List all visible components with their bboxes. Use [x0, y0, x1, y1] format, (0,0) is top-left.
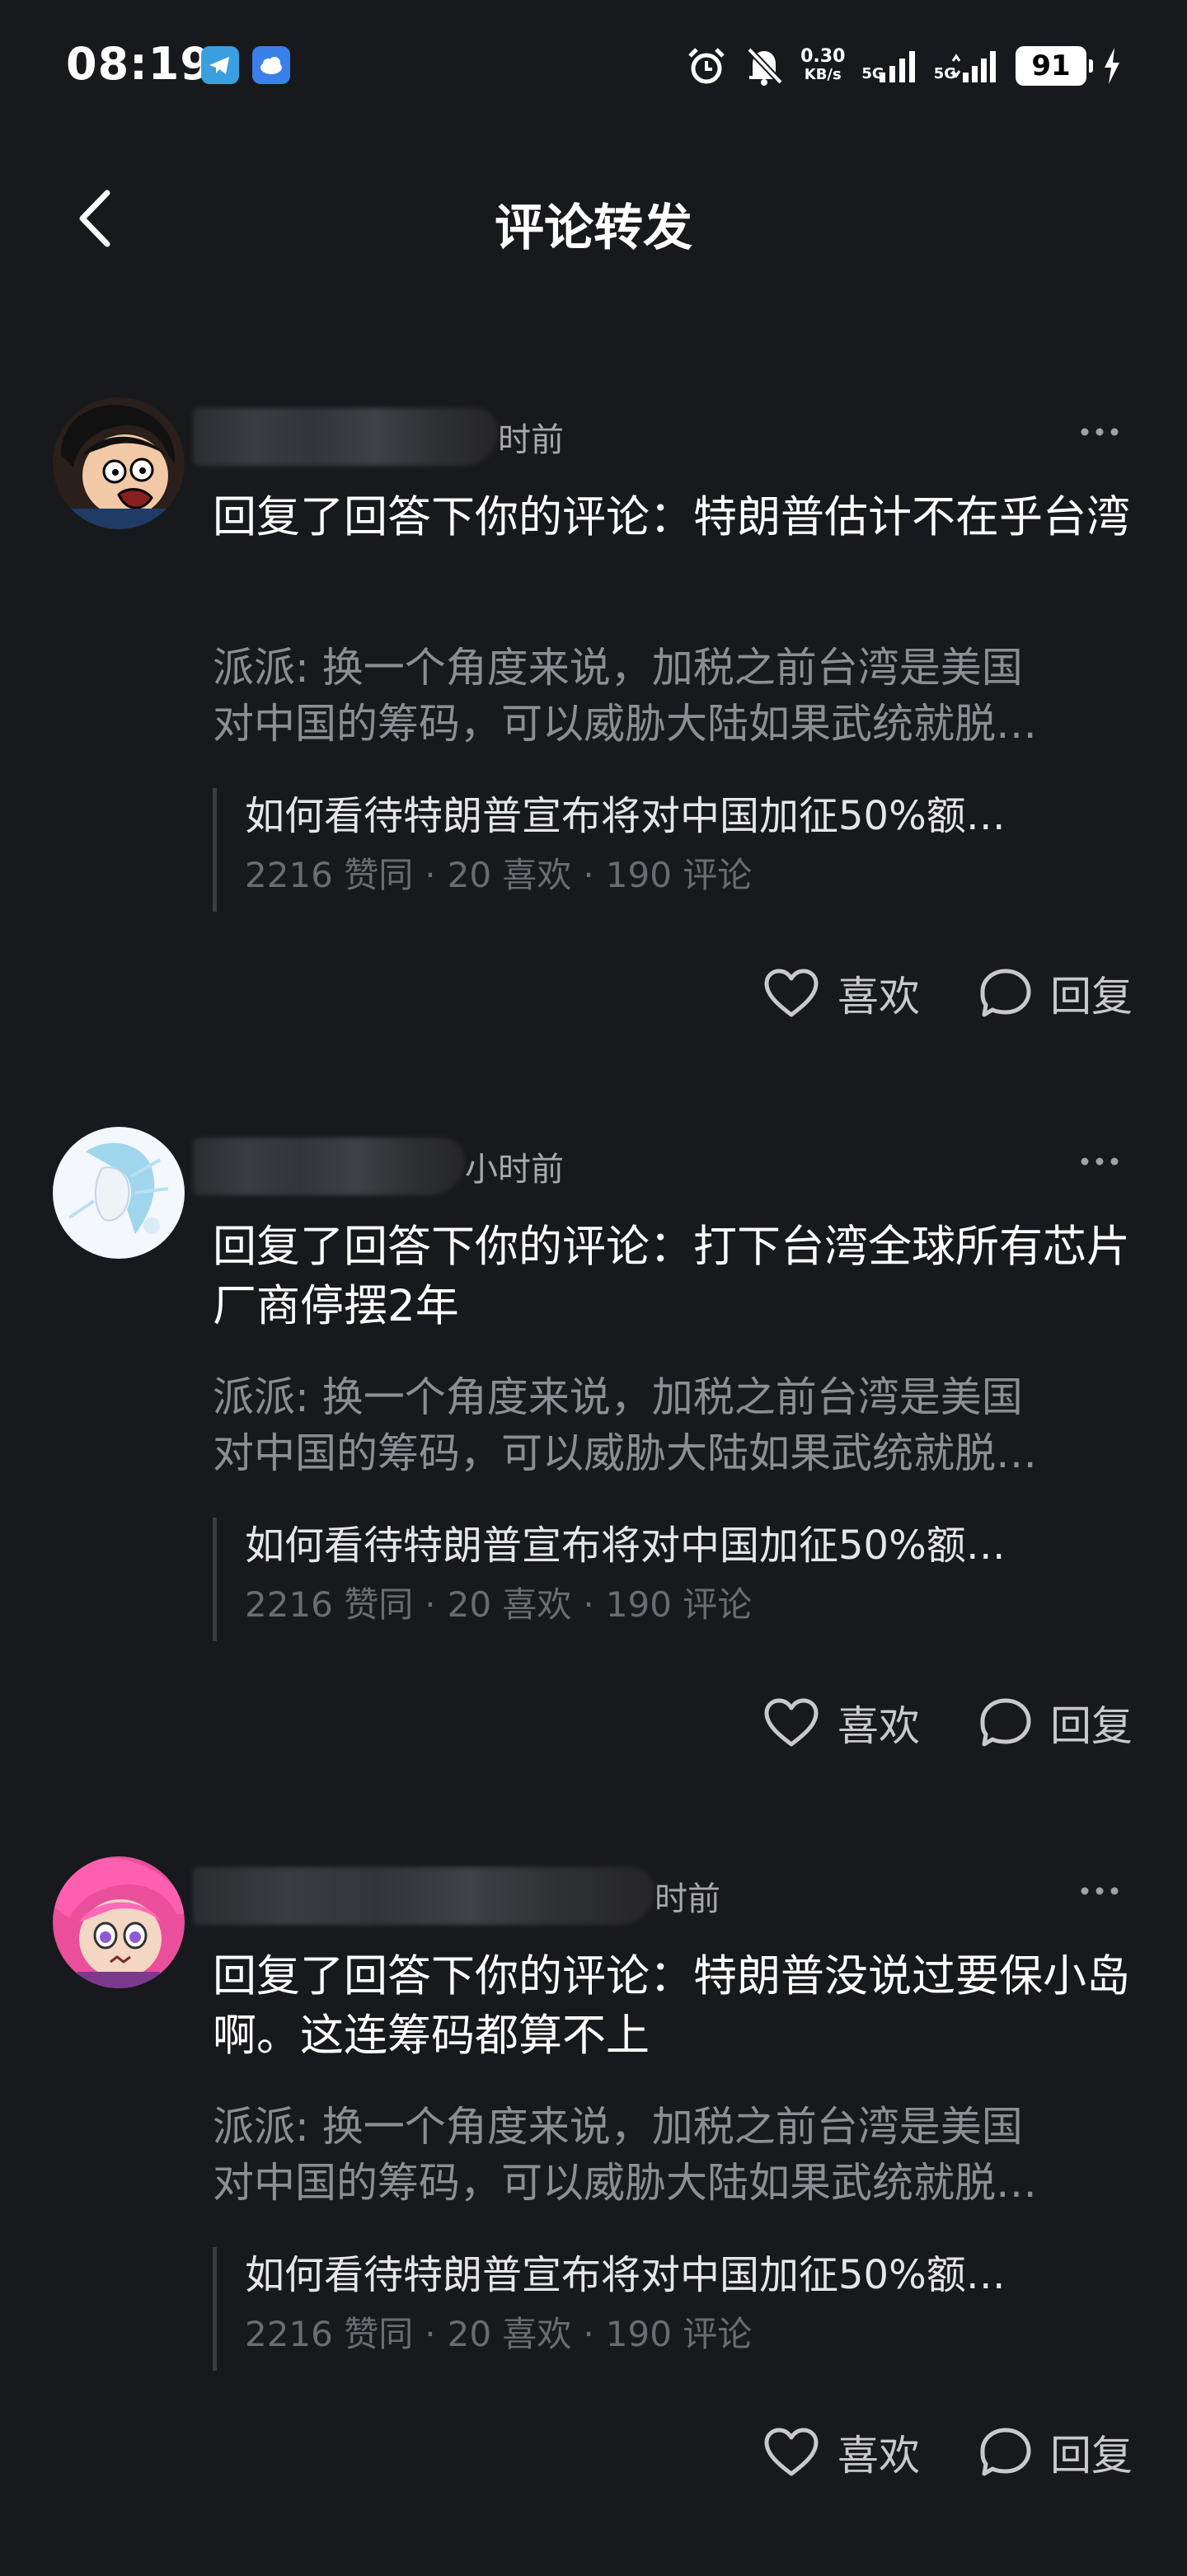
agree-count: 2216 赞同 [245, 1584, 414, 1625]
page-title: 评论转发 [495, 199, 692, 257]
notification-feed: 时前 回复了回答下你的评论：特朗普估计不在乎台湾 派派: 换一个角度来说，加税之… [0, 387, 1187, 2576]
quoted-comment-line: 派派: 换一个角度来说，加税之前台湾是美国 [213, 644, 1023, 692]
meta-row: 时前 [193, 1863, 720, 1929]
page-header: 评论转发 [0, 165, 1187, 272]
heart-icon [764, 2428, 819, 2476]
cloud-icon [252, 46, 290, 84]
comment-bubble-icon [980, 969, 1031, 1017]
more-options-button[interactable] [1075, 1145, 1124, 1178]
avatar[interactable] [53, 1856, 185, 1988]
question-stats: 2216 赞同 · 20 喜欢 · 190 评论 [245, 855, 753, 895]
reply-button[interactable]: 回复 [978, 964, 1133, 1023]
question-title: 如何看待特朗普宣布将对中国加征50%额… [245, 2252, 1006, 2298]
time-ago: 时前 [654, 1880, 720, 1918]
signal-icon [879, 51, 915, 82]
agree-count: 2216 赞同 [245, 855, 414, 895]
signal-icon [951, 51, 996, 82]
quoted-comment[interactable]: 派派: 换一个角度来说，加税之前台湾是美国 对中国的筹码，可以威胁大陆如果武统就… [213, 1369, 1144, 1481]
notification-item[interactable]: 时前 回复了回答下你的评论：特朗普估计不在乎台湾 派派: 换一个角度来说，加税之… [0, 387, 1187, 1117]
action-bar: 喜欢 回复 [704, 956, 1133, 1030]
username-redacted [193, 1867, 654, 1925]
more-icon [1081, 1157, 1119, 1166]
comment-count: 190 评论 [605, 1584, 753, 1625]
notification-item[interactable]: 时前 回复了回答下你的评论：特朗普没说过要保小岛啊。这连筹码都算不上 派派: 换… [0, 1846, 1187, 2576]
question-card[interactable]: 如何看待特朗普宣布将对中国加征50%额… 2216 赞同 · 20 喜欢 · 190 评… [213, 1518, 1144, 1641]
alarm-icon [688, 48, 725, 84]
heart-icon [764, 969, 819, 1017]
quoted-comment-line: 对中国的筹码，可以威胁大陆如果武统就脱… [213, 700, 1037, 748]
more-icon [1081, 1887, 1119, 1895]
like-count: 20 喜欢 [447, 2314, 572, 2354]
meta-row: 时前 [193, 404, 564, 470]
username-redacted [193, 1138, 465, 1195]
reply-button[interactable]: 回复 [978, 2423, 1133, 2482]
battery-icon: 91 [1016, 46, 1093, 86]
more-options-button[interactable] [1075, 1875, 1124, 1907]
question-title: 如何看待特朗普宣布将对中国加征50%额… [245, 793, 1006, 839]
telegram-icon [201, 46, 239, 84]
like-label: 喜欢 [837, 973, 920, 1021]
question-stats: 2216 赞同 · 20 喜欢 · 190 评论 [245, 1584, 753, 1625]
action-bar: 喜欢 回复 [704, 1686, 1133, 1760]
like-count: 20 喜欢 [447, 855, 572, 895]
quoted-comment-line: 派派: 换一个角度来说，加税之前台湾是美国 [213, 1373, 1023, 1421]
notification-item[interactable]: 小时前 回复了回答下你的评论：打下台湾全球所有芯片厂商停摆2年 派派: 换一个角… [0, 1117, 1187, 1846]
comment-bubble-icon [980, 2428, 1031, 2476]
comment-bubble-icon [980, 1698, 1031, 1747]
quoted-comment-line: 对中国的筹码，可以威胁大陆如果武统就脱… [213, 2159, 1037, 2207]
time-ago: 小时前 [465, 1151, 564, 1189]
reply-text[interactable]: 回复了回答下你的评论：特朗普没说过要保小岛啊。这连筹码都算不上 [213, 1947, 1144, 2066]
like-button[interactable]: 喜欢 [762, 2423, 920, 2482]
quoted-comment[interactable]: 派派: 换一个角度来说，加税之前台湾是美国 对中国的筹码，可以威胁大陆如果武统就… [213, 2099, 1144, 2211]
time-ago: 时前 [498, 421, 564, 459]
like-button[interactable]: 喜欢 [762, 964, 920, 1023]
reply-text[interactable]: 回复了回答下你的评论：特朗普估计不在乎台湾 [213, 488, 1144, 547]
action-bar: 喜欢 回复 [704, 2415, 1133, 2489]
heart-icon [764, 1698, 819, 1747]
charging-icon [1105, 48, 1119, 84]
question-card[interactable]: 如何看待特朗普宣布将对中国加征50%额… 2216 赞同 · 20 喜欢 · 190 评… [213, 788, 1144, 912]
mute-icon [747, 47, 783, 86]
reply-label: 回复 [1050, 973, 1133, 1021]
net-speed: 0.30 KB/s [800, 46, 846, 84]
reply-button[interactable]: 回复 [978, 1693, 1133, 1753]
question-card[interactable]: 如何看待特朗普宣布将对中国加征50%额… 2216 赞同 · 20 喜欢 · 190 评… [213, 2247, 1144, 2371]
reply-label: 回复 [1050, 1702, 1133, 1750]
agree-count: 2216 赞同 [245, 2314, 414, 2354]
more-icon [1081, 428, 1119, 436]
status-bar: 08:19 0.30 KB/s 5G 5G 91 [0, 0, 1187, 132]
status-time: 08:19 [66, 38, 212, 90]
like-label: 喜欢 [837, 2432, 920, 2480]
meta-row: 小时前 [193, 1133, 564, 1199]
comment-count: 190 评论 [605, 2314, 753, 2354]
reply-label: 回复 [1050, 2432, 1133, 2480]
comment-count: 190 评论 [605, 855, 753, 895]
reply-text[interactable]: 回复了回答下你的评论：打下台湾全球所有芯片厂商停摆2年 [213, 1218, 1144, 1336]
more-options-button[interactable] [1075, 415, 1124, 448]
question-title: 如何看待特朗普宣布将对中国加征50%额… [245, 1523, 1006, 1569]
quoted-comment[interactable]: 派派: 换一个角度来说，加税之前台湾是美国 对中国的筹码，可以威胁大陆如果武统就… [213, 640, 1144, 752]
question-stats: 2216 赞同 · 20 喜欢 · 190 评论 [245, 2314, 753, 2354]
avatar[interactable] [53, 397, 185, 529]
avatar[interactable] [53, 1127, 185, 1259]
like-button[interactable]: 喜欢 [762, 1693, 920, 1753]
like-count: 20 喜欢 [447, 1584, 572, 1625]
like-label: 喜欢 [837, 1702, 920, 1750]
quoted-comment-line: 派派: 换一个角度来说，加税之前台湾是美国 [213, 2103, 1023, 2151]
quoted-comment-line: 对中国的筹码，可以威胁大陆如果武统就脱… [213, 1429, 1037, 1477]
username-redacted [193, 408, 498, 466]
